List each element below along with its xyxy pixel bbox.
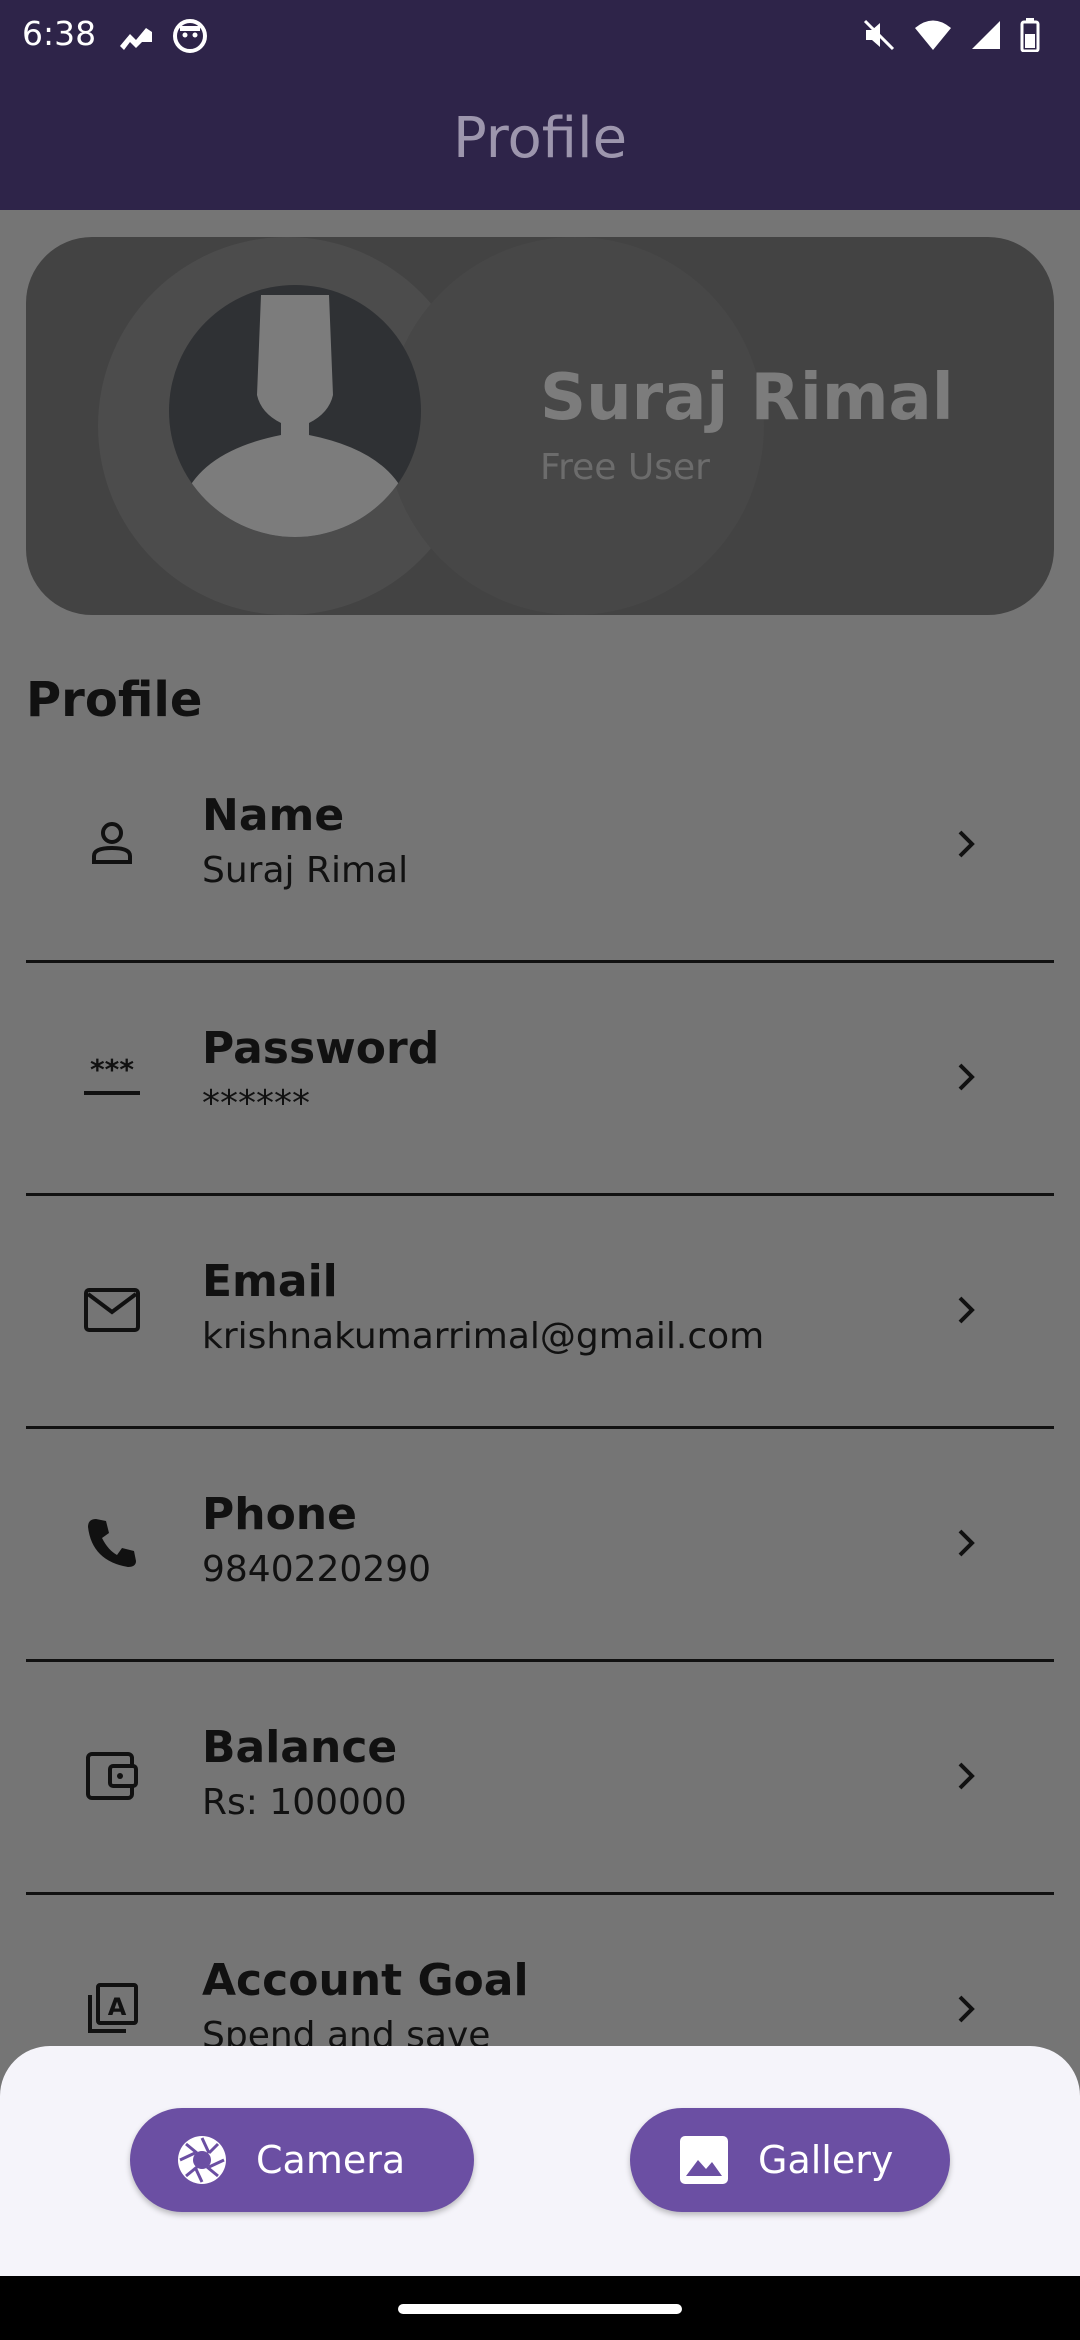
gallery-button[interactable]: Gallery: [630, 2108, 950, 2212]
user-name: Suraj Rimal: [540, 361, 954, 435]
list-item-password[interactable]: *** Password ******: [26, 963, 1054, 1196]
chevron-right-icon: [958, 830, 975, 858]
list-item-value: Rs: 100000: [202, 1782, 407, 1823]
trend-icon: [120, 28, 152, 50]
gallery-label: Gallery: [758, 2138, 894, 2182]
system-nav-bar: [0, 2276, 1080, 2340]
chevron-right-icon: [958, 1762, 975, 1790]
list-item-label: Name: [202, 790, 345, 841]
list-item-value: Suraj Rimal: [202, 850, 409, 891]
status-bar: 6:38: [0, 0, 1080, 76]
list-item-value: 9840220290: [202, 1549, 432, 1590]
mail-icon: [84, 1288, 140, 1332]
profile-card: Suraj Rimal Free User: [26, 237, 1054, 615]
camera-button[interactable]: Camera: [130, 2108, 474, 2212]
image-source-sheet: Camera Gallery: [0, 2046, 1080, 2276]
section-title: Profile: [26, 672, 203, 728]
chevron-right-icon: [958, 1296, 975, 1324]
list-item-label: Phone: [202, 1489, 357, 1540]
list-item-email[interactable]: Email krishnakumarrimal@gmail.com: [26, 1196, 1054, 1429]
profile-list: Name Suraj Rimal *** Password ****** Ema…: [26, 730, 1054, 2125]
status-left-icons: [116, 18, 208, 54]
battery-icon: [1020, 18, 1040, 52]
list-item-name[interactable]: Name Suraj Rimal: [26, 730, 1054, 963]
list-item-label: Account Goal: [202, 1955, 529, 2006]
image-icon: [680, 2136, 728, 2184]
chevron-right-icon: [958, 1995, 975, 2023]
home-handle[interactable]: [398, 2304, 682, 2314]
list-item-balance[interactable]: Balance Rs: 100000: [26, 1662, 1054, 1895]
password-icon: ***: [84, 1053, 140, 1095]
chevron-right-icon: [958, 1529, 975, 1557]
svg-text:***: ***: [90, 1053, 134, 1086]
app-bar: Profile: [0, 76, 1080, 210]
list-item-value: ******: [202, 1083, 310, 1124]
wifi-icon: [915, 20, 951, 50]
person-silhouette-icon: [185, 295, 405, 537]
chevron-right-icon: [958, 1063, 975, 1091]
list-item-label: Password: [202, 1023, 440, 1074]
camera-label: Camera: [256, 2138, 406, 2182]
signal-icon: [972, 21, 1000, 49]
list-item-label: Email: [202, 1256, 338, 1307]
mute-icon: [863, 19, 895, 51]
assignment-icon: A: [88, 1983, 138, 2033]
status-time: 6:38: [22, 14, 97, 53]
camera-icon: [178, 2136, 226, 2184]
user-tier: Free User: [540, 447, 710, 488]
list-item-value: krishnakumarrimal@gmail.com: [202, 1316, 765, 1357]
status-right-icons: [862, 18, 1040, 52]
list-item-label: Balance: [202, 1722, 398, 1773]
phone-icon: [88, 1519, 136, 1567]
page-title: Profile: [452, 106, 628, 171]
list-item-phone[interactable]: Phone 9840220290: [26, 1429, 1054, 1662]
person-icon: [92, 822, 132, 864]
cat-face-icon: [173, 19, 207, 53]
avatar[interactable]: [169, 285, 421, 537]
wallet-icon: [86, 1752, 138, 1800]
svg-text:A: A: [108, 1993, 127, 2021]
